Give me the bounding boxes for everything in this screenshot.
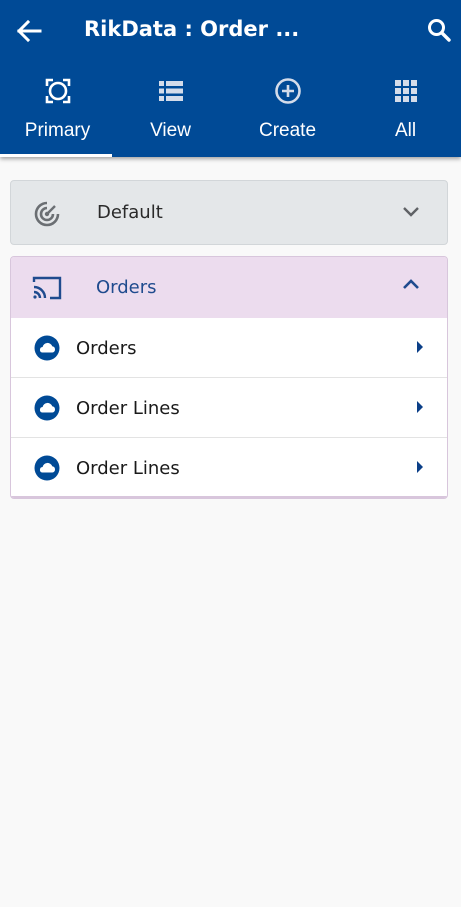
orders-panel: Orders Orders Order Lines Order Lines bbox=[10, 256, 448, 499]
default-panel-header[interactable]: Default bbox=[10, 180, 448, 245]
page-title: RikData : Order ... bbox=[84, 17, 300, 41]
orders-list: Orders Order Lines Order Lines bbox=[11, 318, 447, 498]
tab-label: Create bbox=[258, 120, 317, 141]
cloud-icon bbox=[34, 395, 60, 421]
tab-label: Primary bbox=[24, 120, 91, 141]
orders-panel-header[interactable]: Orders bbox=[11, 257, 447, 318]
search-icon bbox=[428, 19, 451, 42]
list-item-order-lines[interactable]: Order Lines bbox=[11, 378, 447, 438]
caret-right-icon bbox=[417, 401, 423, 413]
app-bar: RikData : Order ... Primary View Create … bbox=[0, 0, 461, 157]
grid-apps-icon bbox=[394, 80, 417, 102]
list-item-label: Order Lines bbox=[76, 458, 180, 479]
tab-label: View bbox=[150, 120, 191, 141]
list-view-icon bbox=[158, 81, 183, 101]
list-item-label: Order Lines bbox=[76, 398, 180, 419]
chevron-down-icon bbox=[403, 207, 419, 217]
default-panel-label: Default bbox=[97, 202, 163, 223]
tab-create[interactable]: Create bbox=[230, 62, 345, 157]
top-bar: RikData : Order ... bbox=[0, 0, 461, 62]
selected-tab-indicator bbox=[0, 154, 112, 157]
tab-primary[interactable]: Primary bbox=[0, 62, 115, 157]
orders-panel-label: Orders bbox=[96, 277, 157, 298]
tab-all[interactable]: All bbox=[348, 62, 461, 157]
tab-label: All bbox=[394, 120, 417, 141]
search-button[interactable] bbox=[422, 13, 456, 47]
focus-frame-icon bbox=[45, 78, 70, 104]
arrow-left-icon bbox=[16, 19, 42, 43]
radar-icon bbox=[34, 201, 60, 227]
list-item-order-lines[interactable]: Order Lines bbox=[11, 438, 447, 498]
cast-icon bbox=[32, 276, 62, 300]
plus-circle-icon bbox=[274, 78, 301, 104]
list-item-label: Orders bbox=[76, 338, 137, 359]
back-button[interactable] bbox=[12, 14, 46, 48]
cloud-icon bbox=[34, 335, 60, 361]
cloud-icon bbox=[34, 455, 60, 481]
list-item-orders[interactable]: Orders bbox=[11, 318, 447, 378]
caret-right-icon bbox=[417, 341, 423, 353]
caret-right-icon bbox=[417, 461, 423, 473]
chevron-up-icon bbox=[403, 279, 419, 289]
tab-view[interactable]: View bbox=[113, 62, 228, 157]
tab-bar: Primary View Create All bbox=[0, 62, 461, 157]
